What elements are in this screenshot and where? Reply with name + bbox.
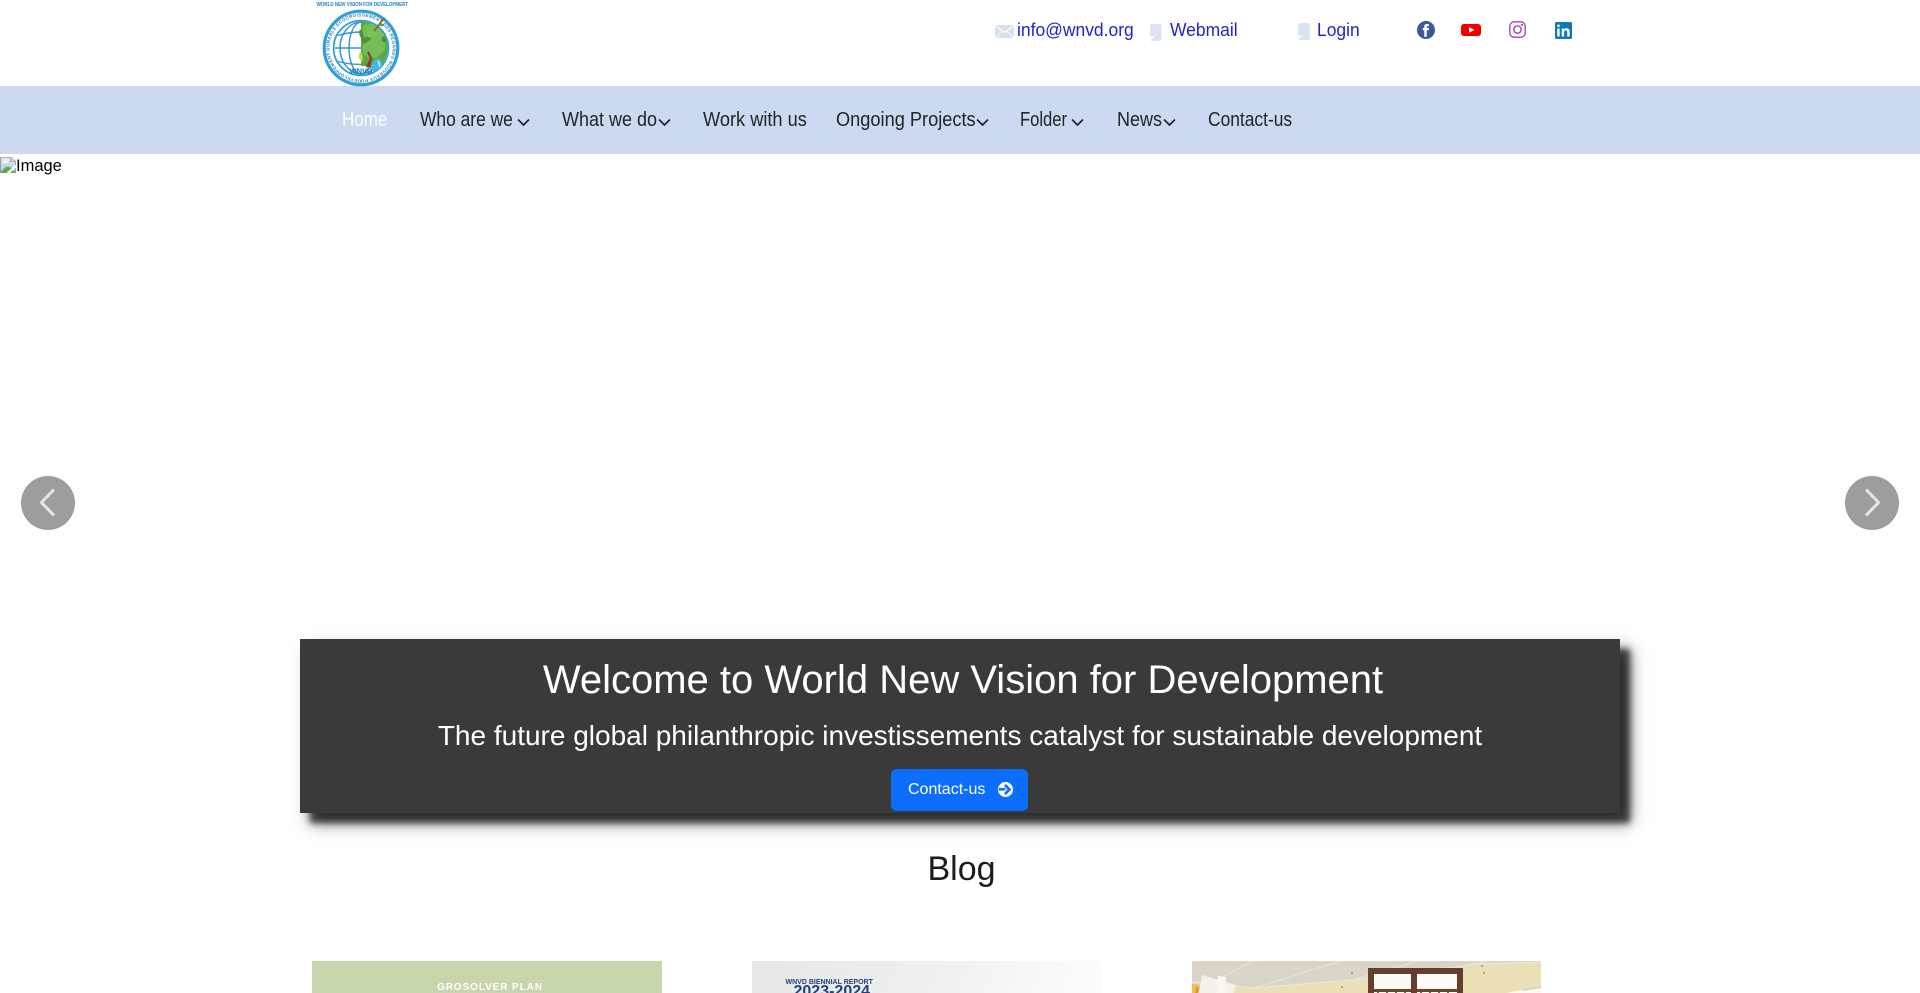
- svg-text:WNVD: WNVD: [350, 67, 373, 76]
